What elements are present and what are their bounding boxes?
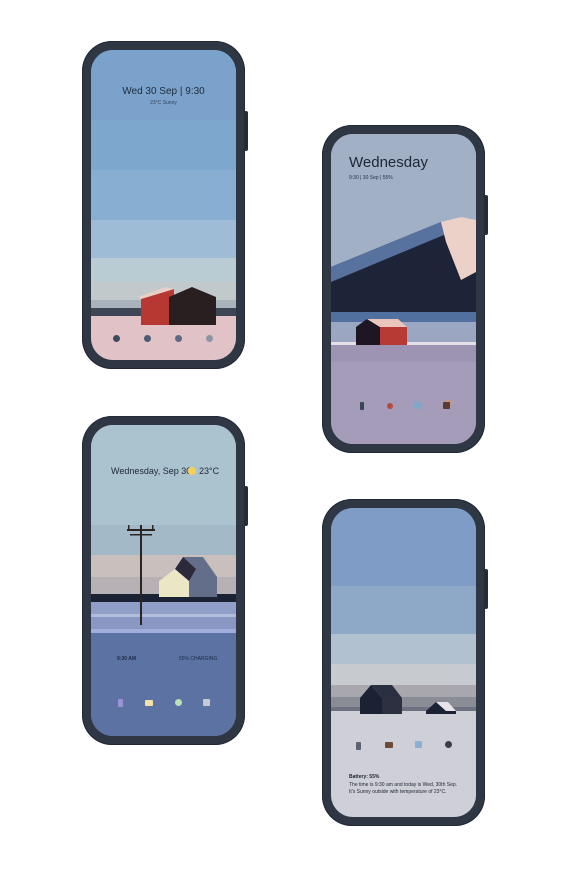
sun-icon [188, 467, 196, 475]
weather-line: 23°C Sunny [150, 100, 177, 106]
phone-icon[interactable] [118, 699, 123, 707]
lockscreen-4: Battery: 55% The time is 9:30 am and tod… [331, 508, 476, 817]
phone-icon[interactable] [356, 742, 361, 750]
mail-icon[interactable] [145, 700, 153, 706]
clock-date-line: Wed 30 Sep | 9:30 [122, 86, 205, 97]
day-title: Wednesday [349, 154, 428, 171]
dock-app-2-icon[interactable] [144, 335, 151, 342]
power-button [484, 195, 488, 235]
cube-icon[interactable] [415, 741, 422, 748]
summary-line-2: It's Sunny outside with temperature of 2… [349, 789, 447, 795]
barn-illustration [138, 287, 216, 325]
camera-icon[interactable] [203, 699, 210, 706]
house-illustration [159, 557, 217, 597]
power-button [244, 486, 248, 526]
date-line: Wednesday, Sep 30 [111, 466, 192, 476]
info-line: 9:30 | 30 Sep | 55% [349, 175, 393, 181]
dock-app-1-icon[interactable] [113, 335, 120, 342]
barn-illustration [356, 319, 407, 345]
lockscreen-1: Wed 30 Sep | 9:30 23°C Sunny [91, 50, 236, 360]
summary-line-1: The time is 9:30 am and today is Wed, 30… [349, 782, 458, 788]
lockscreen-2: Wednesday 9:30 | 30 Sep | 55% [331, 134, 476, 444]
power-button [484, 569, 488, 609]
battery-heading: Battery: 55% [349, 774, 380, 780]
utility-pole-illustration [127, 525, 155, 625]
temperature: 23°C [199, 466, 220, 476]
dock-app-4-icon[interactable] [206, 335, 213, 342]
phone-icon[interactable] [360, 402, 364, 410]
phone-mockup-3: Wednesday, Sep 30 23°C 9:30 AM 55% CHARG… [82, 416, 248, 745]
dock-app-3-icon[interactable] [175, 335, 182, 342]
time-small: 9:30 AM [117, 656, 136, 662]
phone-mockup-4: Battery: 55% The time is 9:30 am and tod… [322, 499, 488, 826]
battery-small: 55% CHARGING [179, 656, 218, 662]
gallery-icon[interactable] [443, 402, 450, 409]
camera-icon[interactable] [445, 741, 452, 748]
camera-icon[interactable] [387, 403, 393, 409]
phone-mockup-1: Wed 30 Sep | 9:30 23°C Sunny [82, 41, 248, 369]
lockscreen-3: Wednesday, Sep 30 23°C 9:30 AM 55% CHARG… [91, 425, 236, 736]
houses-illustration [360, 685, 456, 714]
chrome-icon[interactable] [175, 699, 182, 706]
messages-icon[interactable] [385, 742, 393, 748]
mountain-illustration [331, 217, 476, 322]
power-button [244, 111, 248, 151]
phone-mockup-2: Wednesday 9:30 | 30 Sep | 55% [322, 125, 488, 453]
messages-icon[interactable] [414, 402, 422, 409]
